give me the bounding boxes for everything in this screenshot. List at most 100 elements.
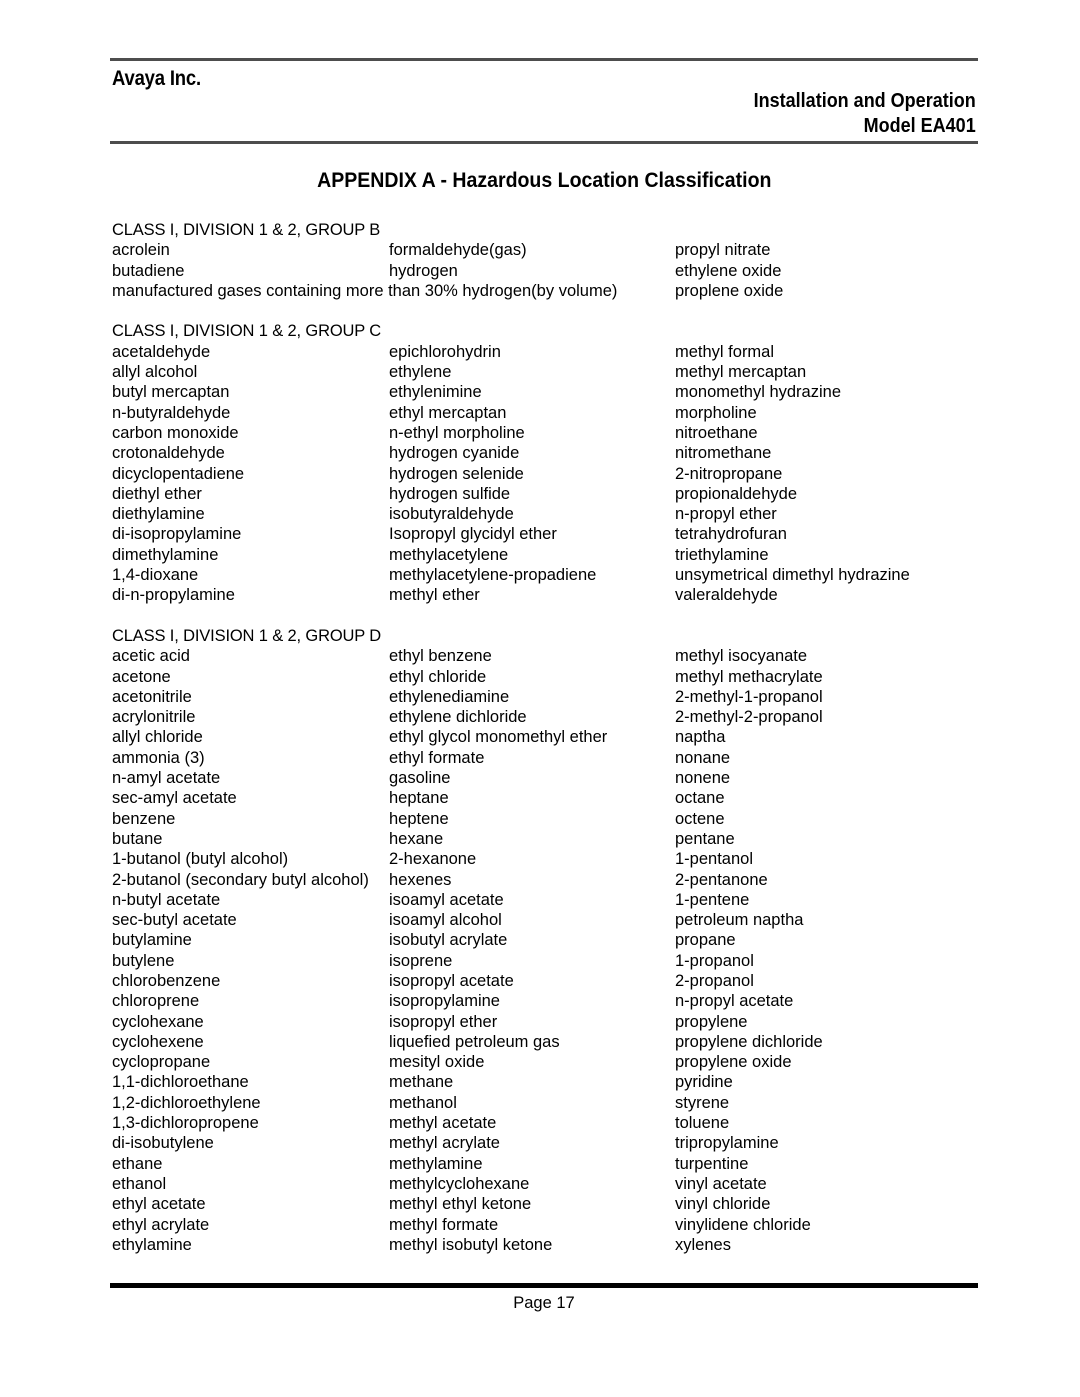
chemical-row: sec-butyl acetate isoamyl alcohol petroleu…	[112, 910, 978, 930]
chemical-name: propionaldehyde	[675, 484, 798, 503]
chemical-name: methyl isobutyl ketone	[389, 1235, 553, 1254]
chemical-row: chlorobenzene isopropyl acetate 2-propanol	[112, 971, 978, 991]
chemical-name: isobutyraldehyde	[389, 505, 514, 524]
chemical-name: crotonaldehyde	[112, 444, 225, 463]
chemical-name: triethylamine	[675, 545, 769, 564]
chemical-name: allyl chloride	[112, 728, 203, 747]
chemical-name: toluene	[675, 1114, 730, 1133]
group-heading: CLASS I, DIVISION 1 & 2, GROUP C	[112, 322, 382, 341]
chemical-row: 2-butanol (secondary butyl alcohol) hexen…	[112, 870, 978, 890]
chemical-name: methanol	[389, 1093, 457, 1112]
chemical-name: propylene dichloride	[675, 1032, 823, 1051]
chemical-name: acetone	[112, 667, 171, 686]
chemical-row: acetic acid ethyl benzene methyl isocyanat…	[112, 646, 978, 666]
chemical-name: isopropylamine	[389, 992, 500, 1011]
chemical-name: 1-butanol (butyl alcohol)	[112, 850, 289, 869]
chemical-name: propane	[675, 931, 736, 950]
chemical-row: acetonitrile ethylenediamine 2-methyl-1-pr…	[112, 687, 978, 707]
chemical-name: acetic acid	[112, 647, 190, 666]
chemical-row: diethyl ether hydrogen sulfide propionalde…	[112, 484, 978, 504]
page-header: Avaya Inc. Installation and Operation Mo…	[110, 58, 978, 144]
chemical-row: allyl alcohol ethylene methyl mercaptan	[112, 362, 978, 382]
chemical-row: acrylonitrile ethylene dichloride 2-methyl…	[112, 707, 978, 727]
chemical-name: allyl alcohol	[112, 363, 198, 382]
chemical-row: cyclopropane mesityl oxide propylene oxide	[112, 1052, 978, 1072]
chemical-name: manufactured gases containing more than …	[112, 281, 618, 300]
chemical-name: chlorobenzene	[112, 971, 221, 990]
classification-group: CLASS I, DIVISION 1 & 2, GROUP B acrolein…	[112, 220, 978, 301]
group-heading: CLASS I, DIVISION 1 & 2, GROUP B	[112, 221, 381, 239]
chemical-name: ethyl chloride	[389, 667, 487, 686]
chemical-name: propylene	[675, 1012, 748, 1031]
chemical-name: hexenes	[389, 870, 452, 889]
chemical-name: methyl ethyl ketone	[389, 1195, 532, 1214]
chemical-name: acrolein	[112, 241, 170, 260]
chemical-name: monomethyl hydrazine	[675, 383, 841, 402]
chemical-name: acetaldehyde	[112, 342, 211, 361]
chemical-name: diethyl ether	[112, 484, 202, 503]
chemical-row: manufactured gases containing more than …	[112, 281, 978, 301]
chemical-name: 1,4-dioxane	[112, 566, 199, 585]
chemical-name: gasoline	[389, 769, 451, 788]
document-subtitle: Installation and Operation	[753, 90, 976, 112]
chemical-name: 1-propanol	[675, 951, 754, 970]
chemical-name: ethyl formate	[389, 748, 485, 767]
chemical-name: ethyl acetate	[112, 1195, 206, 1214]
chemical-name: methyl formal	[675, 342, 775, 361]
chemical-name: dimethylamine	[112, 545, 219, 564]
chemical-name: cyclohexene	[112, 1032, 204, 1051]
chemical-name: styrene	[675, 1093, 730, 1112]
chemical-name: tripropylamine	[675, 1134, 779, 1153]
page-footer: Page 17	[110, 1283, 978, 1313]
chemical-name: ethyl acrylate	[112, 1215, 210, 1234]
chemical-name: 2-methyl-2-propanol	[675, 708, 823, 727]
chemical-row: crotonaldehyde hydrogen cyanide nitrometha…	[112, 443, 978, 463]
chemical-row: ethane methylamine turpentine	[112, 1154, 978, 1174]
chemical-name: ethylene dichloride	[389, 708, 527, 727]
chemical-name: cyclopropane	[112, 1053, 211, 1072]
chemical-row: di-isopropylamine Isopropyl glycidyl ethe…	[112, 524, 978, 544]
chemical-name: acrylonitrile	[112, 708, 196, 727]
chemical-row: dimethylamine methylacetylene triethylamin…	[112, 545, 978, 565]
chemical-name: methylcyclohexane	[389, 1174, 530, 1193]
chemical-name: n-amyl acetate	[112, 769, 221, 788]
chemical-name: vinylidene chloride	[675, 1215, 811, 1234]
chemical-name: ethylenimine	[389, 383, 482, 402]
chemical-name: isopropyl ether	[389, 1012, 498, 1031]
chemical-name: butadiene	[112, 261, 185, 280]
chemical-name: benzene	[112, 809, 176, 828]
chemical-name: ethyl benzene	[389, 647, 492, 666]
chemical-name: isoamyl alcohol	[389, 911, 502, 930]
chemical-name: octene	[675, 809, 725, 828]
chemical-name: isopropyl acetate	[389, 971, 514, 990]
chemical-row: butyl mercaptan ethylenimine monomethyl hy…	[112, 382, 978, 402]
chemical-name: hexane	[389, 829, 444, 848]
chemical-name: hydrogen cyanide	[389, 444, 520, 463]
chemical-name: ethylene oxide	[675, 261, 782, 280]
chemical-name: pentane	[675, 829, 735, 848]
chemical-name: methylamine	[389, 1154, 483, 1173]
chemical-name: hydrogen selenide	[389, 464, 524, 483]
chemical-name: formaldehyde(gas)	[389, 241, 527, 260]
chemical-name: nitromethane	[675, 444, 772, 463]
page-title: APPENDIX A - Hazardous Location Classifi…	[110, 169, 978, 193]
chemical-name: methylacetylene	[389, 545, 509, 564]
chemical-name: petroleum naptha	[675, 911, 804, 930]
chemical-name: sec-butyl acetate	[112, 911, 237, 930]
chemical-row: dicyclopentadiene hydrogen selenide 2-nitr…	[112, 464, 978, 484]
chemical-name: heptane	[389, 789, 449, 808]
chemical-name: butylene	[112, 951, 175, 970]
chemical-name: methyl acetate	[389, 1114, 497, 1133]
classification-group: CLASS I, DIVISION 1 & 2, GROUP Dacetic a…	[112, 626, 978, 1255]
chemical-name: hydrogen	[389, 261, 458, 280]
chemical-row: cyclohexene liquefied petroleum gas propyl…	[112, 1032, 978, 1052]
chemical-row: allyl chloride ethyl glycol monomethyl et…	[112, 727, 978, 747]
classification-group: CLASS I, DIVISION 1 & 2, GROUP Cacetalde…	[112, 321, 978, 605]
chemical-row: 1,4-dioxane methylacetylene-propadiene uns…	[112, 565, 978, 585]
chemical-name: turpentine	[675, 1154, 749, 1173]
chemical-name: diethylamine	[112, 505, 205, 524]
chemical-row: acetaldehyde epichlorohydrin methyl formal	[112, 342, 978, 362]
chemical-name: unsymetrical dimethyl hydrazine	[675, 566, 910, 585]
chemical-name: carbon monoxide	[112, 423, 239, 442]
chemical-name: 2-butanol (secondary butyl alcohol)	[112, 870, 369, 889]
